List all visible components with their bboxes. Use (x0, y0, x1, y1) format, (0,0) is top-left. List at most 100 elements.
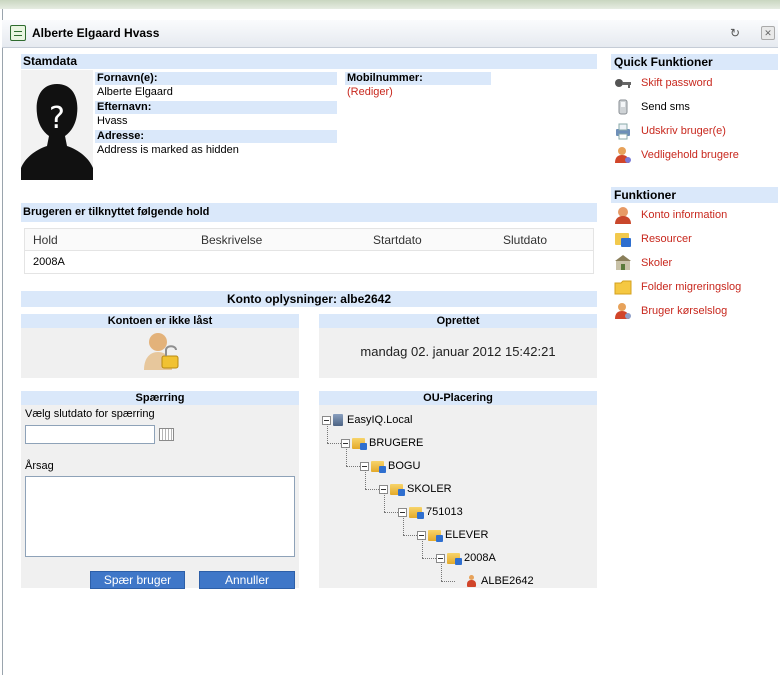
tree-connector (346, 466, 360, 467)
mobil-label: Mobilnummer: (345, 72, 491, 85)
folder-icon (409, 506, 424, 519)
fornavn-value: Alberte Elgaard (97, 86, 173, 98)
ou-node-label: SKOLER (407, 483, 452, 495)
created-header: Oprettet (319, 314, 597, 328)
efternavn-label: Efternavn: (95, 101, 337, 114)
folder-icon (614, 278, 632, 296)
spaerring-header: Spærring (21, 391, 299, 405)
ou-header: OU-Placering (319, 391, 597, 405)
menu-item-label: Skoler (641, 257, 673, 269)
col-beskrivelse[interactable]: Beskrivelse (201, 233, 262, 247)
user-icon (466, 575, 477, 588)
school-icon (614, 254, 632, 272)
ou-node[interactable]: 2008A (436, 550, 496, 566)
menu-item-label: Send sms (641, 101, 690, 113)
folder-icon (447, 552, 462, 565)
hold-table: Hold Beskrivelse Startdato Slutdato 2008… (24, 228, 594, 274)
users-icon (614, 146, 632, 164)
menu-item[interactable]: Bruger kørselslog (614, 299, 778, 323)
created-value: mandag 02. januar 2012 15:42:21 (360, 344, 556, 359)
tree-connector (422, 539, 423, 558)
tree-connector (346, 447, 347, 466)
tree-connector (441, 562, 442, 581)
person-silhouette-icon: ? (21, 70, 93, 180)
menu-item[interactable]: Send sms (614, 95, 778, 119)
top-strip (0, 0, 780, 9)
menu-item[interactable]: Resourcer (614, 227, 778, 251)
block-user-button[interactable]: Spær bruger (90, 571, 185, 589)
window-title: Alberte Elgaard Hvass (32, 26, 160, 40)
folder-icon (428, 529, 443, 542)
menu-item-label: Skift password (641, 77, 713, 89)
ou-tree: EasyIQ.Local BRUGERE BOGU SKOLER 751013 ELEVE… (322, 412, 596, 588)
menu-item[interactable]: Vedligehold brugere (614, 143, 778, 167)
ou-node[interactable]: ALBE2642 (455, 573, 534, 589)
ou-node-label: 2008A (464, 552, 496, 564)
lock-status-header: Kontoen er ikke låst (21, 314, 299, 328)
date-label: Vælg slutdato for spærring (25, 408, 155, 420)
unlocked-user-icon (142, 330, 182, 372)
quick-functions-header: Quick Funktioner (611, 54, 778, 70)
resources-icon (614, 230, 632, 248)
tree-connector (422, 558, 436, 559)
user-log-icon (614, 302, 632, 320)
ou-node[interactable]: BRUGERE (341, 435, 423, 451)
menu-item-label: Udskriv bruger(e) (641, 125, 726, 137)
tree-connector (384, 493, 385, 512)
menu-item[interactable]: Folder migreringslog (614, 275, 778, 299)
account-icon (614, 206, 632, 225)
menu-item-label: Folder migreringslog (641, 281, 742, 293)
menu-item-label: Resourcer (641, 233, 692, 245)
ou-node-label: ELEVER (445, 529, 489, 541)
calendar-icon[interactable] (159, 428, 174, 441)
stamdata-header: Stamdata (21, 54, 597, 69)
adresse-value: Address is marked as hidden (97, 144, 239, 156)
hold-header: Brugeren er tilknyttet følgende hold (21, 203, 597, 222)
phone-icon (614, 98, 632, 116)
menu-item-label: Vedligehold brugere (641, 149, 739, 161)
tree-connector (384, 512, 398, 513)
folder-icon (371, 460, 386, 473)
ou-node-label: BOGU (388, 460, 421, 472)
reason-label: Årsag (25, 460, 54, 472)
reason-textarea[interactable] (25, 476, 295, 557)
avatar: ? (21, 70, 93, 180)
ou-node-label: BRUGERE (369, 437, 424, 449)
functions-header: Funktioner (611, 187, 778, 203)
menu-item-label: Konto information (641, 209, 728, 221)
menu-item[interactable]: Udskriv bruger(e) (614, 119, 778, 143)
tree-connector (365, 489, 379, 490)
ou-node[interactable]: 751013 (398, 504, 463, 520)
tree-connector (403, 535, 417, 536)
col-startdato[interactable]: Startdato (373, 233, 422, 247)
functions-list: Konto information Resourcer Skoler Folder m… (614, 203, 778, 323)
end-date-input[interactable] (25, 425, 155, 444)
menu-item-label: Bruger kørselslog (641, 305, 728, 317)
ou-node[interactable]: ELEVER (417, 527, 488, 543)
table-row[interactable]: 2008A (33, 256, 65, 268)
tree-connector (327, 443, 341, 444)
refresh-icon[interactable]: ↻ (728, 26, 742, 40)
ou-node-label: ALBE2642 (481, 575, 534, 587)
menu-item[interactable]: Konto information (614, 203, 778, 227)
menu-item[interactable]: Skoler (614, 251, 778, 275)
folder-icon (352, 437, 367, 450)
ou-node[interactable]: SKOLER (379, 481, 452, 497)
ou-node[interactable]: EasyIQ.Local (322, 412, 412, 428)
ou-node[interactable]: BOGU (360, 458, 420, 474)
fornavn-label: Fornavn(e): (95, 72, 337, 85)
efternavn-value: Hvass (97, 115, 128, 127)
tree-connector (441, 581, 455, 582)
tree-connector (327, 424, 328, 443)
mobil-edit-link[interactable]: (Rediger) (345, 86, 491, 99)
printer-icon (614, 122, 632, 140)
folder-icon (390, 483, 405, 496)
server-icon (333, 414, 343, 427)
col-hold[interactable]: Hold (33, 233, 58, 247)
ou-node-label: 751013 (426, 506, 463, 518)
col-slutdato[interactable]: Slutdato (503, 233, 547, 247)
close-icon[interactable]: ✕ (761, 26, 775, 40)
cancel-button[interactable]: Annuller (199, 571, 295, 589)
menu-item[interactable]: Skift password (614, 71, 778, 95)
konto-header: Konto oplysninger: albe2642 (21, 291, 597, 307)
